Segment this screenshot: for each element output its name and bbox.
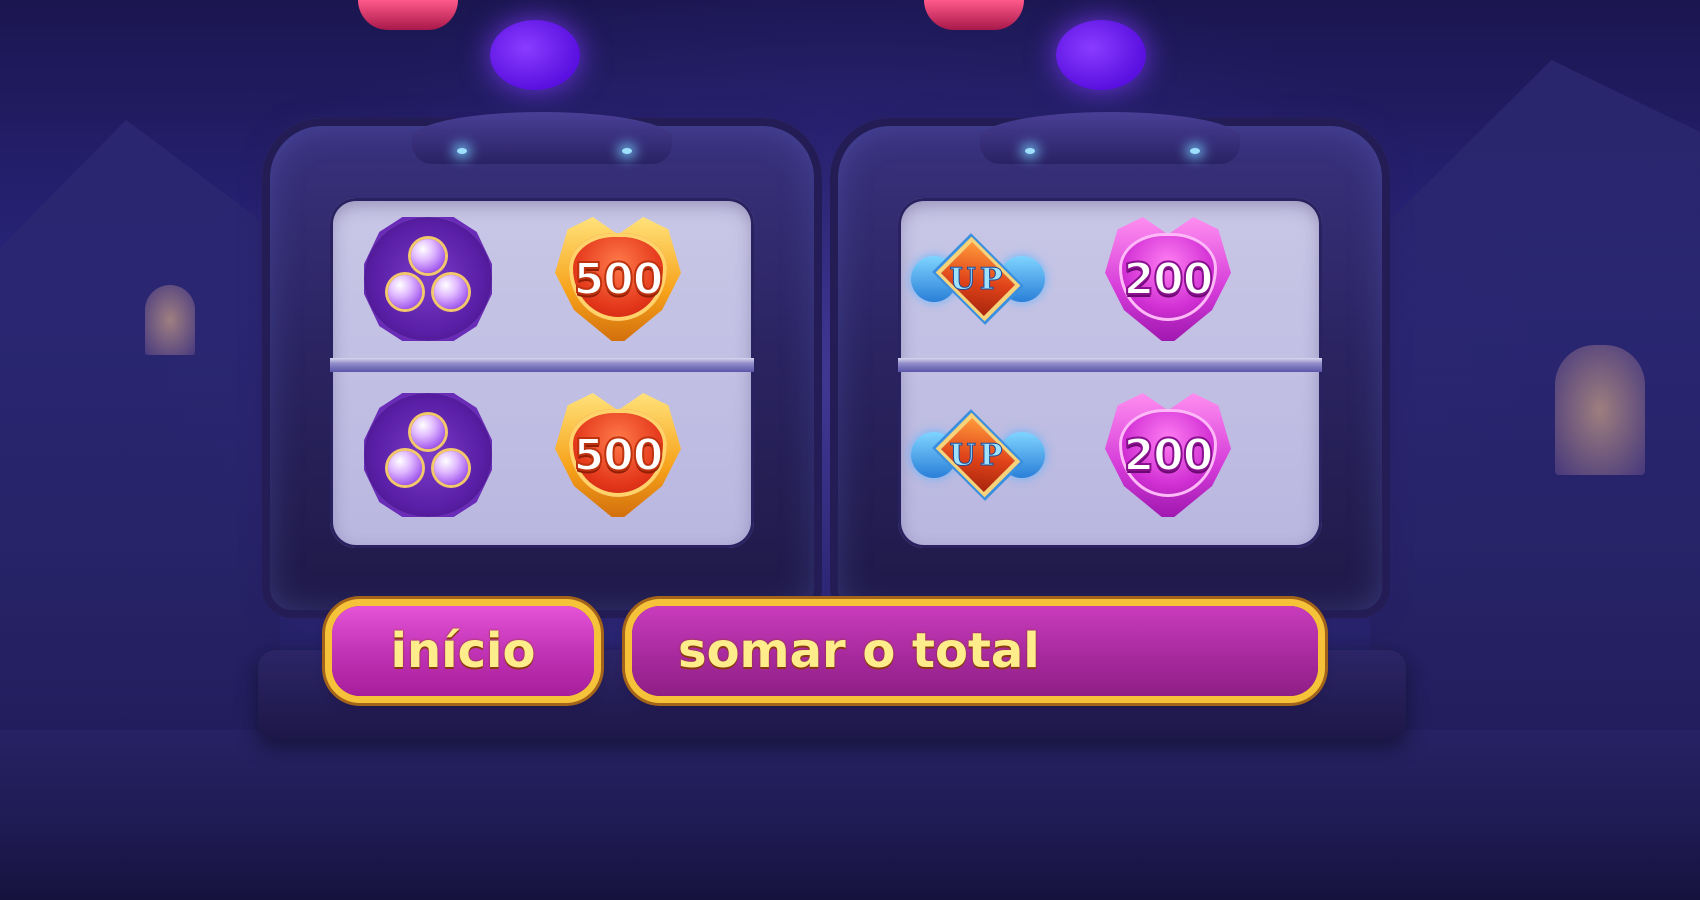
frame-light: [622, 148, 632, 154]
reel-divider: [898, 358, 1322, 372]
reel-frame-left: 500 500: [262, 112, 822, 618]
purple-orb-light: [490, 20, 580, 90]
start-button-label: início: [390, 623, 536, 679]
start-button[interactable]: início: [332, 606, 594, 696]
reel-window-right: UP 200 UP 200: [898, 198, 1322, 548]
winged-badge-gold-icon: 500: [555, 393, 681, 517]
sum-total-button[interactable]: somar o total: [632, 606, 1318, 696]
game-scene: 500 500 UP 200 UP 200 início somar o tot…: [0, 0, 1700, 900]
background-window: [1555, 345, 1645, 475]
badge-value: 500: [573, 429, 665, 482]
club-gem-icon: [364, 393, 492, 517]
background-house-left: [0, 120, 280, 760]
reel-cell: 500: [548, 214, 688, 344]
reel-cell: UP: [908, 390, 1048, 520]
reel-cell: 200: [1098, 390, 1238, 520]
frame-light: [457, 148, 467, 154]
reel-cell: [358, 390, 498, 520]
ceiling-lamp: [358, 0, 458, 30]
up-label: UP: [949, 261, 1007, 297]
reel-window-left: 500 500: [330, 198, 754, 548]
reel-cell: 500: [548, 390, 688, 520]
badge-value: 200: [1123, 429, 1215, 482]
ceiling-lamp: [924, 0, 1024, 30]
reel-cell: [358, 214, 498, 344]
up-emblem-icon: UP: [911, 234, 1045, 324]
purple-orb-light: [1056, 20, 1146, 90]
frame-light: [1190, 148, 1200, 154]
sum-total-button-label: somar o total: [678, 623, 1040, 679]
badge-value: 500: [573, 253, 665, 306]
reel-cell: 200: [1098, 214, 1238, 344]
background-window: [145, 285, 195, 355]
reel-cell: UP: [908, 214, 1048, 344]
club-gem-icon: [364, 217, 492, 341]
background-house-right: [1370, 60, 1700, 780]
reel-divider: [330, 358, 754, 372]
up-emblem-icon: UP: [911, 410, 1045, 500]
up-label: UP: [949, 437, 1007, 473]
frame-light: [1025, 148, 1035, 154]
background-floor: [0, 730, 1700, 900]
winged-badge-pink-icon: 200: [1105, 217, 1231, 341]
badge-value: 200: [1123, 253, 1215, 306]
reel-frame-right: UP 200 UP 200: [830, 112, 1390, 618]
winged-badge-pink-icon: 200: [1105, 393, 1231, 517]
winged-badge-gold-icon: 500: [555, 217, 681, 341]
